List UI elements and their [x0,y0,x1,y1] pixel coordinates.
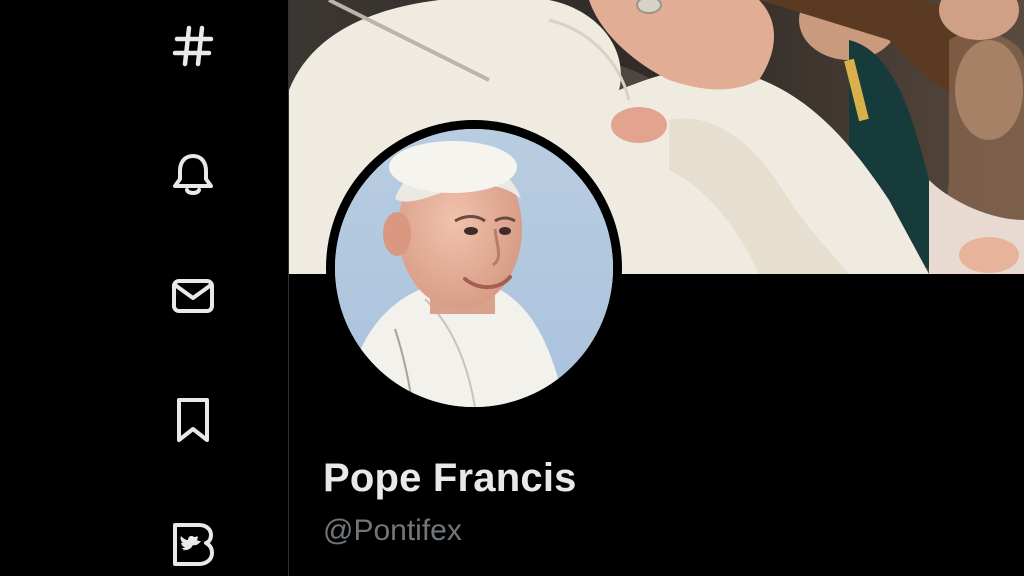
sidebar-item-bookmarks[interactable] [165,391,221,447]
twitter-blue-icon [173,523,214,566]
profile-display-name: Pope Francis [323,456,577,500]
sidebar-item-notifications[interactable] [165,146,221,202]
twitter-profile-page: Pope Francis @Pontifex [0,0,1024,576]
sidebar-item-explore[interactable] [165,18,221,74]
sidebar-item-messages[interactable] [165,268,221,324]
profile-avatar[interactable] [326,120,622,416]
profile-handle: @Pontifex [323,514,462,547]
avatar-image-frame [335,129,613,407]
avatar-photo [335,129,613,407]
bookmark-icon [177,398,209,442]
envelope-icon [172,279,214,313]
profile-main: Pope Francis @Pontifex [289,0,1024,576]
sidebar-item-twitter-blue[interactable] [165,515,221,571]
sidebar-nav [0,0,288,576]
bell-icon [173,154,213,195]
hashtag-icon [172,25,214,67]
